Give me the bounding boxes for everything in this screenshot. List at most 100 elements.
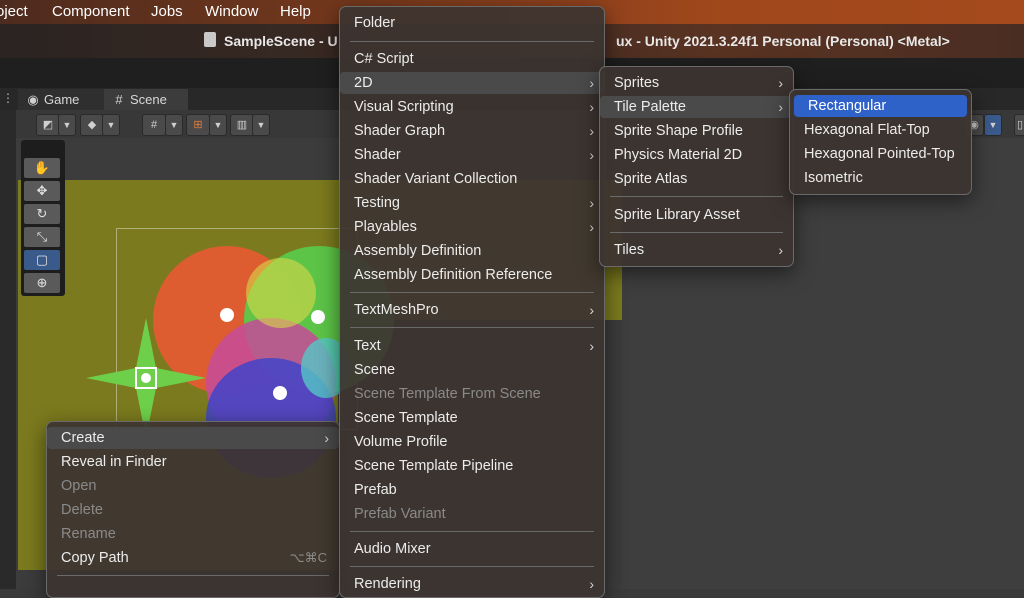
menu-item-copy-path[interactable]: Copy Path ⌥⌘C: [47, 547, 339, 569]
more-button[interactable]: ▯: [1014, 114, 1024, 136]
rect-tool-icon[interactable]: ▢: [24, 250, 60, 270]
menu-item-isometric[interactable]: Isometric: [790, 167, 971, 189]
menu-item-volume-profile[interactable]: Volume Profile: [340, 431, 604, 453]
kebab-icon[interactable]: ⋮: [2, 91, 14, 105]
menu-item-testing[interactable]: Testing ›: [340, 192, 604, 214]
menu-item-label: Reveal in Finder: [61, 454, 167, 470]
tool-palette: ✋ ✥ ↻ ⤡ ▢ ⊕: [21, 140, 65, 296]
menu-item-label: Copy Path: [61, 550, 129, 566]
menu-item-tile-palette[interactable]: Tile Palette ›: [600, 96, 793, 118]
tab-scene-label: Scene: [130, 92, 167, 107]
chevron-down-icon[interactable]: ▼: [165, 114, 183, 136]
chevron-down-icon[interactable]: ▼: [984, 114, 1002, 136]
create-submenu: Folder C# Script 2D › Visual Scripting › S…: [339, 6, 605, 598]
menu-item-sprites[interactable]: Sprites ›: [600, 72, 793, 94]
rotate-tool-icon[interactable]: ↻: [24, 204, 60, 224]
chevron-down-icon[interactable]: ▼: [102, 114, 120, 136]
scale-tool-icon[interactable]: ⤡: [24, 227, 60, 247]
menu-item-tiles[interactable]: Tiles ›: [600, 239, 793, 261]
light-overlap-yellow: [246, 258, 316, 328]
menu-window[interactable]: Window: [205, 3, 258, 20]
menu-item-scene[interactable]: Scene: [340, 359, 604, 381]
window-title-right: ux - Unity 2021.3.24f1 Personal (Persona…: [616, 33, 950, 49]
lightbulb-icon[interactable]: [220, 308, 234, 322]
menu-item-2d[interactable]: 2D ›: [340, 72, 604, 94]
menu-item-scene-template-pipeline[interactable]: Scene Template Pipeline: [340, 455, 604, 477]
menu-item-prefab[interactable]: Prefab: [340, 479, 604, 501]
menu-item-create[interactable]: Create ›: [47, 427, 339, 449]
menu-item-scene-template-from-scene: Scene Template From Scene: [340, 383, 604, 405]
menu-item-shader[interactable]: Shader ›: [340, 144, 604, 166]
menu-item-text[interactable]: Text ›: [340, 335, 604, 357]
menu-help[interactable]: Help: [280, 3, 311, 20]
menu-item-label: Testing: [354, 195, 400, 211]
menu-item-textmeshpro[interactable]: TextMeshPro ›: [340, 299, 604, 321]
menu-item-label: C# Script: [354, 51, 414, 67]
chevron-right-icon: ›: [778, 242, 783, 258]
chevron-down-icon[interactable]: ▼: [209, 114, 227, 136]
chevron-right-icon: ›: [589, 147, 594, 163]
menu-item-label: Visual Scripting: [354, 99, 454, 115]
menu-separator: [350, 327, 594, 328]
tab-scene[interactable]: # Scene: [104, 89, 188, 110]
gamepad-icon: ◉: [27, 92, 39, 107]
menu-separator: [350, 566, 594, 567]
menu-project[interactable]: oject: [0, 3, 28, 20]
menu-item-sprite-shape-profile[interactable]: Sprite Shape Profile: [600, 120, 793, 142]
menu-item-label: Shader Variant Collection: [354, 171, 518, 187]
menu-item-audio-mixer[interactable]: Audio Mixer: [340, 538, 604, 560]
menu-item-label: Shader: [354, 147, 401, 163]
menu-item-label: 2D: [354, 75, 373, 91]
transform-tool-icon[interactable]: ⊕: [24, 273, 60, 293]
menu-item-assembly-definition-reference[interactable]: Assembly Definition Reference: [340, 264, 604, 286]
menu-separator: [350, 41, 594, 42]
increment-snap-button[interactable]: ⊞: [186, 114, 210, 136]
menu-item-hexagonal-pointed-top[interactable]: Hexagonal Pointed-Top: [790, 143, 971, 165]
menu-item-hexagonal-flat-top[interactable]: Hexagonal Flat-Top: [790, 119, 971, 141]
menu-item-label: Prefab: [354, 482, 397, 498]
menu-separator: [57, 575, 329, 576]
menu-item-shader-graph[interactable]: Shader Graph ›: [340, 120, 604, 142]
menu-jobs[interactable]: Jobs: [151, 3, 183, 20]
move-tool-icon[interactable]: ✥: [24, 181, 60, 201]
chevron-right-icon: ›: [589, 75, 594, 91]
menu-item-label: Scene: [354, 362, 396, 378]
scene-file-icon: [204, 32, 216, 47]
menu-item-sprite-atlas[interactable]: Sprite Atlas: [600, 168, 793, 190]
menu-item-open: Open: [47, 475, 339, 497]
menu-item-scene-template[interactable]: Scene Template: [340, 407, 604, 429]
audio-button[interactable]: ▥: [230, 114, 254, 136]
menu-item-visual-scripting[interactable]: Visual Scripting ›: [340, 96, 604, 118]
menu-item-label: Scene Template Pipeline: [354, 458, 514, 474]
menu-item-label: Assembly Definition Reference: [354, 267, 553, 283]
menu-item-label: Hexagonal Pointed-Top: [804, 146, 955, 162]
draw-mode-button[interactable]: ◩: [36, 114, 60, 136]
star-light-sprite[interactable]: [86, 318, 206, 438]
hand-tool-icon[interactable]: ✋: [24, 158, 60, 178]
tab-game[interactable]: ◉ Game: [18, 89, 106, 110]
menu-item-physics-material-2d[interactable]: Physics Material 2D: [600, 144, 793, 166]
menu-item-label: Sprite Atlas: [614, 171, 688, 187]
menu-item-folder[interactable]: Folder: [340, 12, 604, 34]
menu-item-reveal-in-finder[interactable]: Reveal in Finder: [47, 451, 339, 473]
menu-item-shader-variant-collection[interactable]: Shader Variant Collection: [340, 168, 604, 190]
menu-item-csharp-script[interactable]: C# Script: [340, 48, 604, 70]
lightbulb-icon[interactable]: [273, 386, 287, 400]
menu-item-playables[interactable]: Playables ›: [340, 216, 604, 238]
menu-item-label: Delete: [61, 502, 103, 518]
render-mode-button[interactable]: ◆: [80, 114, 104, 136]
left-strip: [0, 110, 16, 589]
chevron-right-icon: ›: [589, 195, 594, 211]
menu-item-rectangular[interactable]: Rectangular: [794, 95, 967, 117]
menu-item-rendering[interactable]: Rendering ›: [340, 573, 604, 595]
lightbulb-icon[interactable]: [311, 310, 325, 324]
chevron-down-icon[interactable]: ▼: [58, 114, 76, 136]
chevron-right-icon: ›: [589, 123, 594, 139]
menu-item-sprite-library-asset[interactable]: Sprite Library Asset: [600, 204, 793, 226]
menu-component[interactable]: Component: [52, 3, 130, 20]
grid-snap-button[interactable]: #: [142, 114, 166, 136]
menu-item-assembly-definition[interactable]: Assembly Definition: [340, 240, 604, 262]
chevron-down-icon[interactable]: ▼: [252, 114, 270, 136]
shortcut-label: ⌥⌘C: [289, 550, 327, 565]
menu-item-prefab-variant: Prefab Variant: [340, 503, 604, 525]
